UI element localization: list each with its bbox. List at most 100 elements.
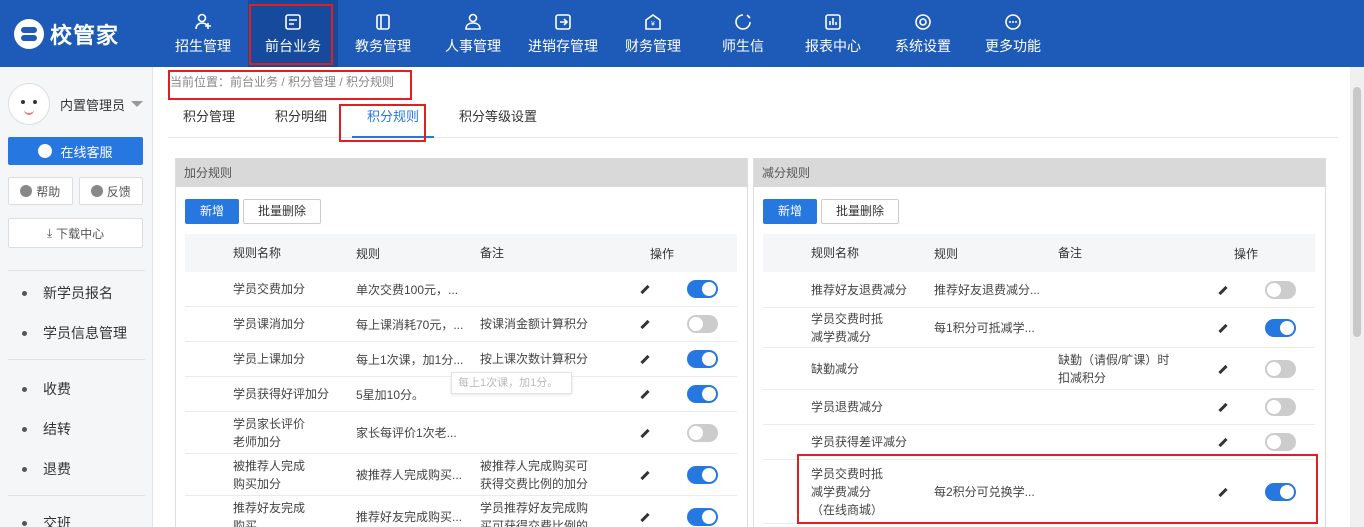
edit-icon[interactable] (1217, 364, 1227, 374)
nav-item-academic[interactable]: 教务管理 (338, 0, 428, 67)
add-points-panel: 加分规则 新增 批量删除 规则名称 规则 备注 操作 学员交费加分 单次交费10… (175, 158, 748, 527)
feedback-button[interactable]: 反馈 (78, 177, 143, 205)
column-header-note: 备注 (1058, 246, 1083, 260)
nav-label: 更多功能 (985, 37, 1041, 54)
add-rule-button[interactable]: 新增 (185, 199, 240, 224)
download-center-button[interactable]: ⤓ 下载中心 (8, 218, 143, 248)
edit-icon[interactable] (1217, 285, 1227, 295)
edit-icon[interactable] (639, 389, 649, 399)
edit-icon[interactable] (639, 319, 649, 329)
enable-toggle[interactable] (1264, 482, 1296, 501)
enable-toggle[interactable] (1264, 280, 1296, 299)
table-header: 规则名称 规则 备注 操作 (763, 234, 1315, 272)
sidebar-item-new-student[interactable]: 新学员报名 (22, 283, 113, 303)
column-header-action: 操作 (650, 246, 675, 261)
table-row: 学员课消加分 每上课消耗70元，... 按课消金额计算积分 (185, 307, 737, 342)
rule-name: 缺勤减分 (811, 361, 860, 376)
enable-toggle[interactable] (1264, 433, 1296, 451)
enable-toggle[interactable] (1264, 318, 1296, 337)
table-header: 规则名称 规则 备注 操作 (185, 234, 737, 272)
add-rule-button[interactable]: 新增 (763, 199, 818, 224)
nav-item-hr[interactable]: 人事管理 (428, 0, 518, 67)
edit-icon[interactable] (1217, 437, 1227, 447)
online-service-button[interactable]: 在线客服 (8, 137, 143, 165)
scrollbar-thumb[interactable] (1353, 87, 1361, 337)
edit-icon[interactable] (639, 512, 649, 522)
person-icon (463, 12, 483, 32)
sub-panel-actions: 新增 批量删除 (763, 199, 900, 224)
subtract-points-panel: 减分规则 新增 批量删除 规则名称 规则 备注 操作 推荐好友退费减分 推荐好友… (753, 158, 1326, 527)
edit-icon[interactable] (639, 354, 649, 364)
page-scrollbar[interactable] (1350, 67, 1364, 527)
sidebar-item-refund[interactable]: 退费 (22, 459, 71, 479)
rule-note: 学员推荐好友完成购买可获得交费比例的 (480, 500, 589, 527)
user-menu[interactable]: 内置管理员 (8, 83, 144, 125)
help-row: 帮助 反馈 (8, 177, 143, 205)
nav-item-inventory[interactable]: 进销存管理 (518, 0, 608, 67)
nav-label: 招生管理 (175, 37, 231, 54)
column-header-rule: 规则 (356, 246, 381, 261)
nav-item-settings[interactable]: 系统设置 (878, 0, 968, 67)
finance-icon: ¥ (643, 12, 663, 32)
enable-toggle[interactable] (686, 280, 718, 298)
tab-bar: 积分管理 积分明细 积分规则 积分等级设置 (168, 102, 1338, 138)
edit-icon[interactable] (639, 284, 649, 294)
nav-item-admissions[interactable]: 招生管理 (158, 0, 248, 67)
tab-points-management[interactable]: 积分管理 (168, 102, 250, 138)
enable-toggle[interactable] (686, 385, 718, 403)
nav-label: 前台业务 (265, 37, 321, 54)
nav-label: 财务管理 (625, 37, 681, 54)
bulk-delete-button[interactable]: 批量删除 (243, 199, 322, 224)
nav-item-messages[interactable]: 师生信 (698, 0, 788, 67)
sidebar: 内置管理员 在线客服 帮助 反馈 ⤓ 下载中心 新学员报名 学员信息管理 收费 … (0, 67, 153, 527)
enable-toggle[interactable] (686, 423, 718, 442)
edit-icon[interactable] (1217, 323, 1227, 333)
table-row: 学员交费时抵减学费减分 每1积分可抵减学... (763, 308, 1315, 348)
tab-points-detail[interactable]: 积分明细 (260, 102, 342, 138)
help-button[interactable]: 帮助 (8, 177, 73, 205)
enable-toggle[interactable] (1264, 398, 1296, 416)
column-header-note: 备注 (480, 246, 505, 260)
edit-icon[interactable] (1217, 402, 1227, 412)
bulk-delete-button[interactable]: 批量删除 (821, 199, 900, 224)
tab-points-rules[interactable]: 积分规则 (352, 102, 435, 138)
nav-item-finance[interactable]: ¥ 财务管理 (608, 0, 698, 67)
column-header-name: 规则名称 (811, 246, 860, 260)
rule-name: 推荐好友退费减分 (811, 282, 908, 297)
rule-text: 每1积分可抵减学... (934, 321, 1035, 335)
nav-item-front-desk[interactable]: 前台业务 (248, 0, 338, 67)
table-row: 学员获得差评减分 (763, 425, 1315, 460)
logo[interactable]: 校管家 (14, 18, 119, 50)
user-name: 内置管理员 (60, 97, 126, 113)
chat-icon (38, 144, 53, 158)
enable-toggle[interactable] (1264, 359, 1296, 378)
enable-toggle[interactable] (686, 350, 718, 368)
edit-icon[interactable] (1217, 487, 1227, 497)
message-icon (733, 12, 753, 32)
sidebar-item-handover[interactable]: 交班 (22, 513, 71, 527)
help-label: 帮助 (36, 184, 61, 199)
rule-name: 被推荐人完成购买加分 (233, 458, 306, 491)
rule-name: 学员交费时抵减学费减分（在线商城） (811, 466, 884, 517)
nav-item-reports[interactable]: 报表中心 (788, 0, 878, 67)
bullet-icon (22, 330, 27, 336)
enable-toggle[interactable] (686, 315, 718, 333)
nav-label: 教务管理 (355, 37, 411, 54)
tab-points-level-settings[interactable]: 积分等级设置 (444, 102, 552, 138)
bullet-icon (22, 466, 27, 472)
edit-icon[interactable] (639, 470, 649, 480)
enable-toggle[interactable] (686, 465, 718, 484)
sidebar-item-carryover[interactable]: 结转 (22, 419, 71, 439)
sidebar-item-label: 学员信息管理 (43, 325, 127, 341)
enable-toggle[interactable] (686, 507, 718, 526)
rule-note: 被推荐人完成购买可获得交费比例的加分 (480, 458, 589, 491)
nav-label: 报表中心 (805, 37, 861, 54)
sidebar-item-student-info[interactable]: 学员信息管理 (22, 323, 127, 343)
nav-item-more[interactable]: 更多功能 (968, 0, 1058, 67)
sidebar-item-label: 收费 (43, 381, 71, 397)
sidebar-item-label: 退费 (43, 461, 71, 477)
inventory-icon (553, 12, 573, 32)
sidebar-item-charge[interactable]: 收费 (22, 379, 71, 399)
edit-icon[interactable] (639, 428, 649, 438)
logo-icon (14, 19, 44, 49)
